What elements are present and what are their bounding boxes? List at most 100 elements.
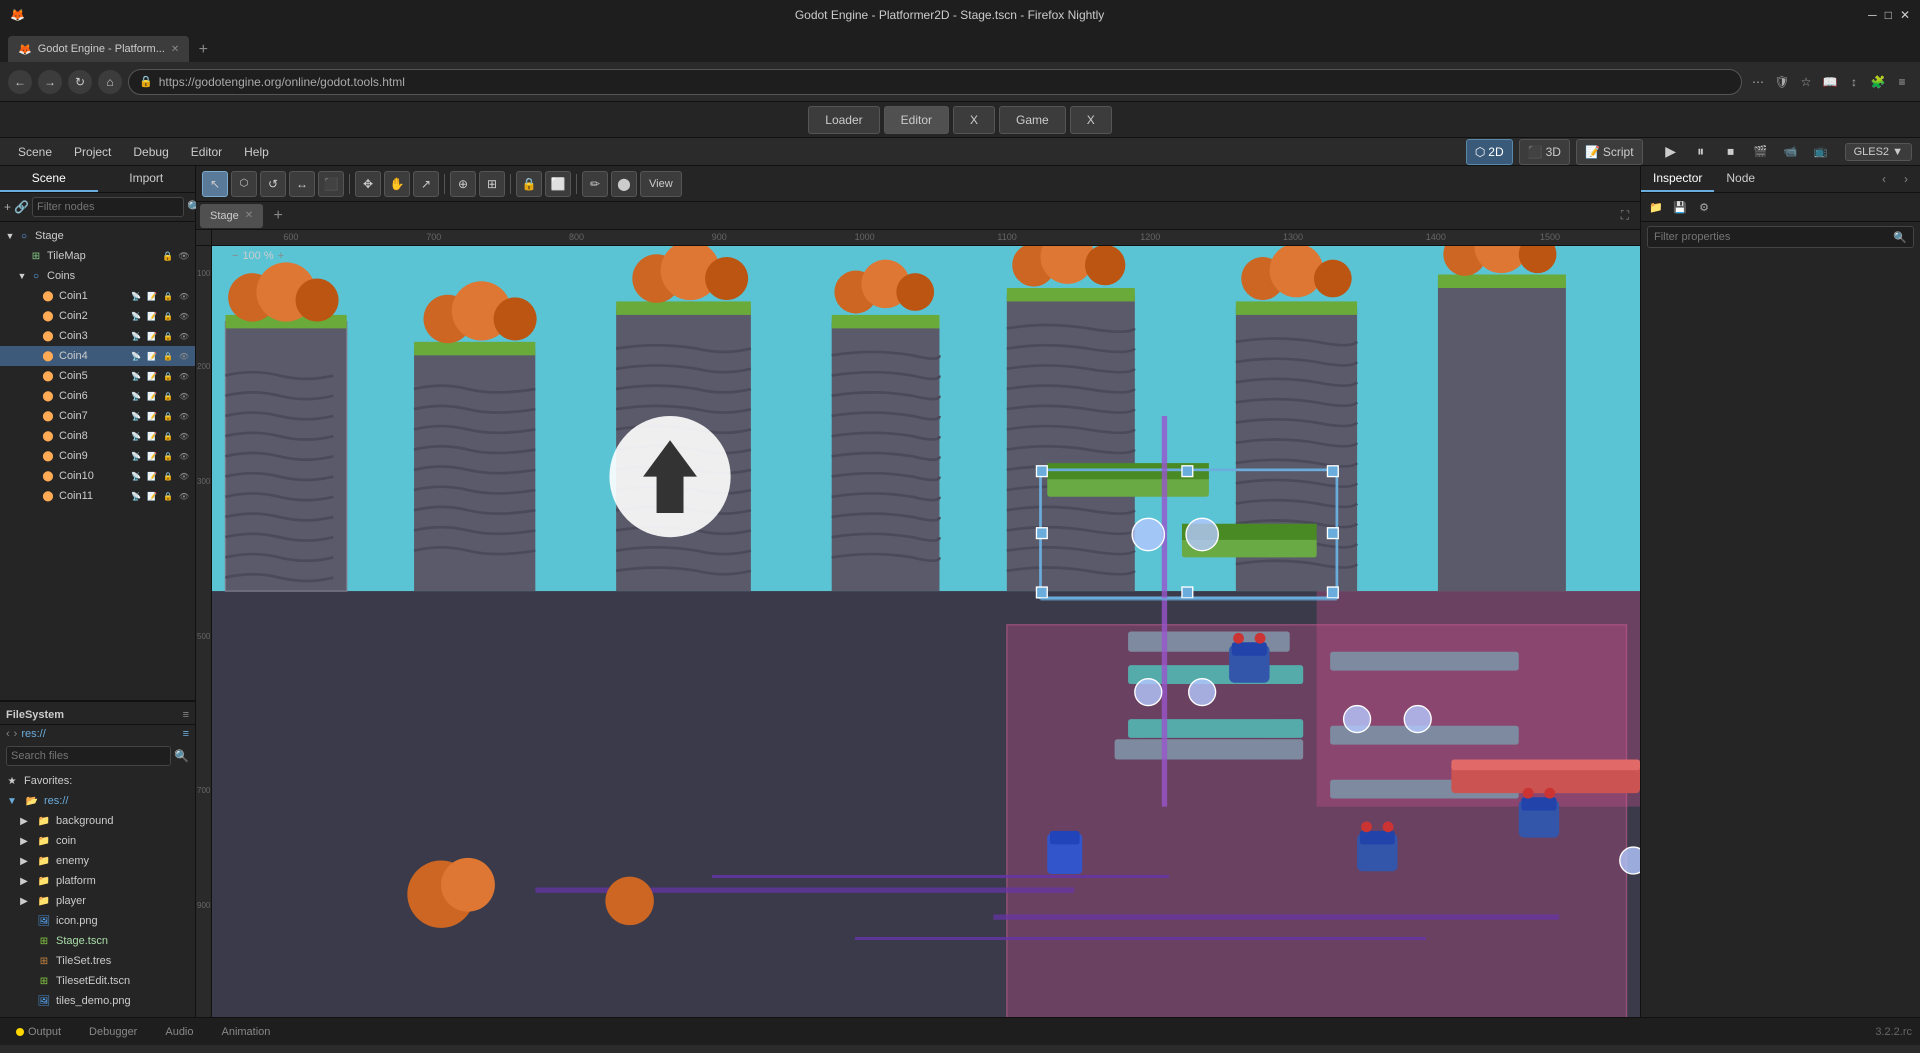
fs-item-enemy[interactable]: ▶ 📁 enemy [0,851,195,871]
play-custom-button[interactable]: 📹 [1777,138,1805,166]
game-canvas[interactable]: − 100 % + [212,246,1640,1017]
bottom-tab-audio[interactable]: Audio [157,1023,201,1041]
tree-item-coin10[interactable]: ⬤ Coin10 📡 📝 🔒 👁 [0,466,195,486]
fs-item-platform[interactable]: ▶ 📁 platform [0,871,195,891]
inspector-filter-input[interactable] [1654,231,1893,243]
reader-icon[interactable]: 📖 [1820,72,1840,92]
shield-icon[interactable]: 🛡 [1772,72,1792,92]
back-button[interactable]: ← [8,70,32,94]
tool-lock[interactable]: 🔒 [516,171,542,197]
inspector-back-btn[interactable]: ‹ [1874,169,1894,189]
fs-item-icon-png[interactable]: 🖼 icon.png [0,911,195,931]
godot-tab-loader[interactable]: Loader [808,106,879,134]
tree-item-coin11[interactable]: ⬤ Coin11 📡 📝 🔒 👁 [0,486,195,506]
menu-debug[interactable]: Debug [123,142,178,162]
view-button[interactable]: View [640,171,682,197]
new-tab-button[interactable]: + [191,38,215,62]
tree-item-stage[interactable]: ▼ ○ Stage [0,226,195,246]
forward-button[interactable]: → [38,70,62,94]
godot-tab-x2[interactable]: X [1070,106,1112,134]
tool-select[interactable]: ↖ [202,171,228,197]
tool-rect[interactable]: ⬛ [318,171,344,197]
fs-back-icon[interactable]: ‹ [6,728,10,740]
godot-tab-game[interactable]: Game [999,106,1066,134]
fs-forward-icon[interactable]: › [14,728,18,740]
canvas-viewport-area[interactable]: 600 700 800 900 1000 1100 1200 1300 1400… [196,230,1640,1017]
bottom-tab-animation[interactable]: Animation [214,1023,279,1041]
tree-item-coins[interactable]: ▼ ○ Coins [0,266,195,286]
inspector-save-btn[interactable]: 💾 [1669,196,1691,218]
play-button[interactable]: ▶ [1657,138,1685,166]
mode-script-button[interactable]: 📝 Script [1576,139,1643,165]
tool-pivot[interactable]: ✥ [355,171,381,197]
link-node-button[interactable]: 🔗 [14,196,29,218]
tool-snap-options[interactable]: ⊞ [479,171,505,197]
fs-list-view-btn[interactable]: ≡ [183,728,189,740]
menu-project[interactable]: Project [64,142,121,162]
tab-import[interactable]: Import [98,166,196,192]
menu-scene[interactable]: Scene [8,142,62,162]
tree-item-coin3[interactable]: ⬤ Coin3 📡 📝 🔒 👁 [0,326,195,346]
fs-item-background[interactable]: ▶ 📁 background [0,811,195,831]
godot-tab-editor[interactable]: Editor [884,106,949,134]
bookmarks-icon[interactable]: ⋯ [1748,72,1768,92]
menu-help[interactable]: Help [234,142,279,162]
zoom-plus[interactable]: + [278,250,284,262]
tool-ruler[interactable]: ↗ [413,171,439,197]
editor-tab-stage[interactable]: Stage ✕ [200,204,263,228]
browser-tab-close[interactable]: ✕ [171,44,179,55]
tool-group[interactable]: ⬜ [545,171,571,197]
tree-item-tilemap[interactable]: ⊞ TileMap 🔒 👁 [0,246,195,266]
tab-scene[interactable]: Scene [0,166,98,192]
stop-button[interactable]: ⏹ [1717,138,1745,166]
tree-item-coin6[interactable]: ⬤ Coin6 📡 📝 🔒 👁 [0,386,195,406]
home-button[interactable]: ⌂ [98,70,122,94]
inspector-folder-btn[interactable]: 📁 [1645,196,1667,218]
tree-item-coin5[interactable]: ⬤ Coin5 📡 📝 🔒 👁 [0,366,195,386]
inspector-tab-inspector[interactable]: Inspector [1641,166,1714,192]
browser-close[interactable]: ✕ [1900,8,1910,22]
star-icon[interactable]: ☆ [1796,72,1816,92]
fs-item-player[interactable]: ▶ 📁 player [0,891,195,911]
tool-scale[interactable]: ↔ [289,171,315,197]
bottom-tab-debugger[interactable]: Debugger [81,1023,145,1041]
tool-bones[interactable]: ✏ [582,171,608,197]
bottom-tab-output[interactable]: Output [8,1023,69,1041]
tree-item-coin4[interactable]: ⬤ Coin4 📡 📝 🔒 👁 [0,346,195,366]
tree-item-coin8[interactable]: ⬤ Coin8 📡 📝 🔒 👁 [0,426,195,446]
add-node-button[interactable]: + [4,196,11,218]
fs-item-tilesetEdit-tscn[interactable]: ⊞ TilesetEdit.tscn [0,971,195,991]
menu-editor[interactable]: Editor [181,142,232,162]
sync-icon[interactable]: ↕ [1844,72,1864,92]
play-remote-button[interactable]: 📺 [1807,138,1835,166]
editor-tab-close[interactable]: ✕ [245,210,253,221]
gles-badge[interactable]: GLES2 ▼ [1845,143,1912,161]
mode-2d-button[interactable]: ⬡ 2D [1466,139,1513,165]
browser-maximize[interactable]: □ [1885,8,1892,22]
fs-item-coin[interactable]: ▶ 📁 coin [0,831,195,851]
fs-item-res-root[interactable]: ▼ 📂 res:// [0,791,195,811]
inspector-settings-btn[interactable]: ⚙ [1693,196,1715,218]
fullscreen-button[interactable]: ⛶ [1614,205,1636,227]
fs-item-stage-tscn[interactable]: ⊞ Stage.tscn [0,931,195,951]
tree-item-coin9[interactable]: ⬤ Coin9 📡 📝 🔒 👁 [0,446,195,466]
address-bar[interactable]: 🔒 https://godotengine.org/online/godot.t… [128,69,1742,95]
inspector-forward-btn[interactable]: › [1896,169,1916,189]
godot-tab-x1[interactable]: X [953,106,995,134]
tree-item-coin7[interactable]: ⬤ Coin7 📡 📝 🔒 👁 [0,406,195,426]
tree-item-coin1[interactable]: ⬤ Coin1 📡 📝 🔒 👁 [0,286,195,306]
pause-button[interactable]: ⏸ [1687,138,1715,166]
filesystem-menu-icon[interactable]: ≡ [183,709,189,721]
browser-minimize[interactable]: ─ [1868,8,1877,22]
extensions-icon[interactable]: 🧩 [1868,72,1888,92]
tool-move-children[interactable]: ⬡ [231,171,257,197]
menu-icon[interactable]: ≡ [1892,72,1912,92]
mode-3d-button[interactable]: ⬛ 3D [1519,139,1570,165]
tool-particles[interactable]: ⬤ [611,171,637,197]
tool-pan[interactable]: ✋ [384,171,410,197]
editor-tab-add[interactable]: + [267,205,289,227]
filesystem-search-input[interactable] [6,746,171,766]
tool-snap-grid[interactable]: ⊕ [450,171,476,197]
tree-item-coin2[interactable]: ⬤ Coin2 📡 📝 🔒 👁 [0,306,195,326]
play-scene-button[interactable]: 🎬 [1747,138,1775,166]
